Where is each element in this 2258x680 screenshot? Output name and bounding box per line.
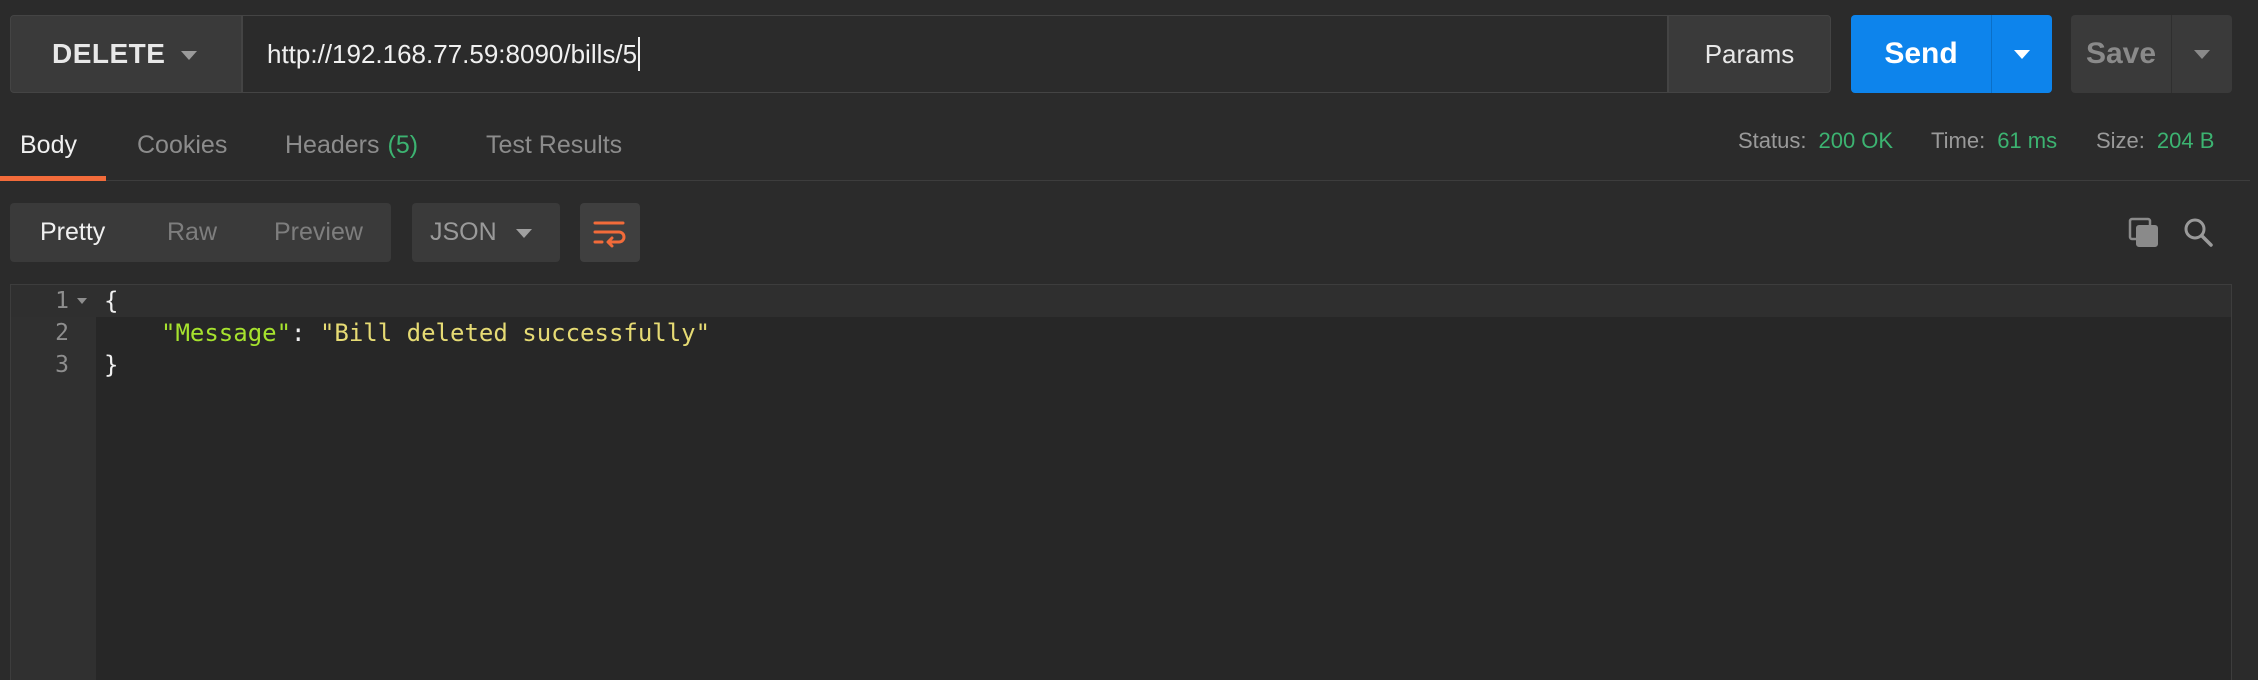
chevron-down-icon: [2194, 50, 2210, 59]
wrap-lines-button[interactable]: [580, 203, 640, 262]
text-cursor: [638, 37, 641, 71]
time-readout: Time: 61 ms: [1931, 110, 2057, 172]
chevron-down-icon: [516, 229, 532, 238]
tab-cookies[interactable]: Cookies: [137, 110, 227, 181]
line-number: 2: [55, 320, 69, 346]
json-key: "Message": [161, 319, 292, 347]
copy-icon[interactable]: [2128, 217, 2160, 249]
view-preview-button[interactable]: Preview: [274, 203, 363, 262]
view-pretty-button[interactable]: Pretty: [40, 203, 105, 262]
send-button[interactable]: Send: [1851, 15, 1991, 93]
url-value: http://192.168.77.59:8090/bills/5: [267, 38, 638, 69]
params-button[interactable]: Params: [1668, 15, 1831, 93]
chevron-down-icon: [181, 51, 197, 60]
chevron-down-icon: [2014, 50, 2030, 59]
status-readout: Status: 200 OK: [1738, 110, 1893, 172]
json-colon: :: [291, 319, 320, 347]
active-tab-indicator: [0, 176, 106, 181]
method-label: DELETE: [52, 38, 166, 69]
line-number: 3: [55, 352, 69, 378]
request-bar: DELETE http://192.168.77.59:8090/bills/5…: [0, 0, 2258, 110]
code-text: {: [104, 287, 119, 315]
code-text: }: [104, 351, 119, 379]
code-line: 3 }: [11, 349, 2231, 381]
tab-headers-label: Headers: [285, 131, 380, 159]
view-raw-button[interactable]: Raw: [167, 203, 217, 262]
status-label: Status:: [1738, 128, 1807, 153]
size-label: Size:: [2096, 128, 2145, 153]
tab-test-results-label: Test Results: [486, 131, 623, 159]
code-line: 2 "Message": "Bill deleted successfully": [11, 317, 2231, 349]
method-select[interactable]: DELETE: [10, 15, 242, 93]
wrap-lines-icon: [593, 221, 626, 247]
size-value: 204 B: [2156, 128, 2215, 153]
time-value: 61 ms: [1997, 128, 2058, 153]
time-label: Time:: [1931, 128, 1986, 153]
json-string-value: "Bill deleted successfully": [319, 319, 711, 347]
format-select[interactable]: JSON: [412, 203, 560, 262]
code-line: 1 {: [11, 285, 2231, 317]
code-text: "Message": "Bill deleted successfully": [161, 317, 710, 349]
response-tabs: Body Cookies Headers (5) Test Results St…: [0, 110, 2250, 181]
response-body-editor[interactable]: 1 { 2 "Message": "Bill deleted successfu…: [10, 284, 2232, 680]
tab-cookies-label: Cookies: [137, 131, 228, 159]
status-value: 200 OK: [1818, 128, 1894, 153]
view-mode-group: Pretty Raw Preview: [10, 203, 391, 262]
save-button[interactable]: Save: [2071, 15, 2171, 93]
search-icon[interactable]: [2182, 216, 2214, 248]
tab-body-label: Body: [20, 131, 77, 159]
save-options-button[interactable]: [2171, 15, 2232, 93]
tab-body[interactable]: Body: [20, 110, 77, 181]
line-number: 1: [55, 288, 69, 314]
tab-headers[interactable]: Headers (5): [285, 110, 418, 181]
fold-toggle-icon[interactable]: [77, 298, 87, 304]
format-value: JSON: [430, 218, 497, 246]
url-input[interactable]: http://192.168.77.59:8090/bills/5: [242, 15, 1668, 93]
size-readout: Size: 204 B: [2096, 110, 2214, 172]
tab-test-results[interactable]: Test Results: [486, 110, 622, 181]
send-options-button[interactable]: [1991, 15, 2052, 93]
headers-count-badge: (5): [387, 131, 419, 159]
